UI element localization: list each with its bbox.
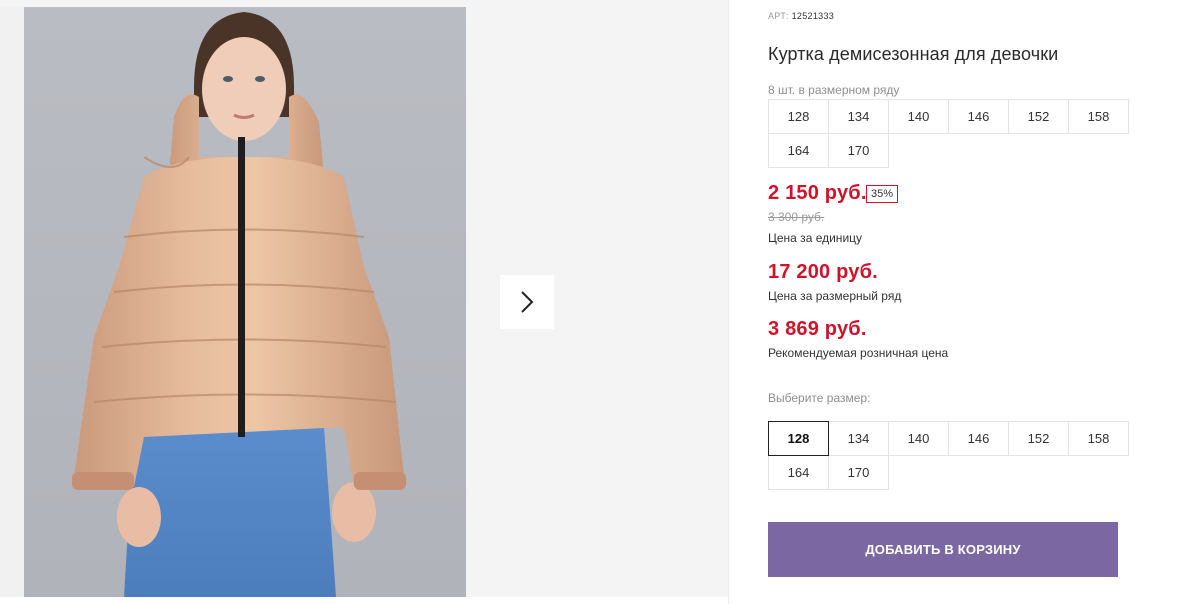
retail-price-caption: Рекомендуемая розничная цена xyxy=(768,346,949,360)
size-selector: 128 134 140 146 152 158 164 170 xyxy=(768,421,1129,490)
retail-price: 3 869 руб. xyxy=(768,318,867,340)
size-option[interactable]: 164 xyxy=(768,455,829,490)
pack-size-cell: 128 xyxy=(768,99,829,134)
next-photo-button[interactable] xyxy=(500,275,554,329)
pack-sizes-grid: 128 134 140 146 152 158 164 170 xyxy=(768,99,1129,168)
unit-price-caption: Цена за единицу xyxy=(768,231,863,245)
add-to-cart-button[interactable]: ДОБАВИТЬ В КОРЗИНУ xyxy=(768,522,1118,577)
pack-size-cell: 158 xyxy=(1068,99,1129,134)
size-option[interactable]: 140 xyxy=(888,421,949,456)
unit-price: 2 150 руб. xyxy=(768,182,867,204)
size-option[interactable]: 158 xyxy=(1068,421,1129,456)
size-option[interactable]: 170 xyxy=(828,455,889,490)
pack-size-cell: 164 xyxy=(768,133,829,168)
product-photo xyxy=(24,7,466,597)
pack-size-note: 8 шт. в размерном ряду xyxy=(768,83,900,97)
size-option[interactable]: 152 xyxy=(1008,421,1069,456)
pack-size-cell: 134 xyxy=(828,99,889,134)
pack-size-cell: 140 xyxy=(888,99,949,134)
size-option[interactable]: 134 xyxy=(828,421,889,456)
size-option[interactable]: 146 xyxy=(948,421,1009,456)
discount-badge: 35% xyxy=(866,185,899,203)
article-value: 12521333 xyxy=(791,11,835,21)
pack-size-cell: 146 xyxy=(948,99,1009,134)
column-divider xyxy=(728,0,729,604)
chevron-right-icon xyxy=(521,291,534,313)
size-option-selected[interactable]: 128 xyxy=(768,421,829,456)
article-number: АРТ: 12521333 xyxy=(768,11,834,21)
pack-price: 17 200 руб. xyxy=(768,261,878,283)
jacket-illustration xyxy=(72,12,406,597)
pack-size-cell: 152 xyxy=(1008,99,1069,134)
old-price: 3 300 руб. xyxy=(768,210,825,224)
previous-photo-strip xyxy=(0,7,24,597)
pack-price-caption: Цена за размерный ряд xyxy=(768,289,902,303)
article-label: АРТ: xyxy=(768,11,789,21)
product-title: Куртка демисезонная для девочки xyxy=(768,44,1059,64)
pack-size-cell: 170 xyxy=(828,133,889,168)
choose-size-label: Выберите размер: xyxy=(768,391,871,405)
